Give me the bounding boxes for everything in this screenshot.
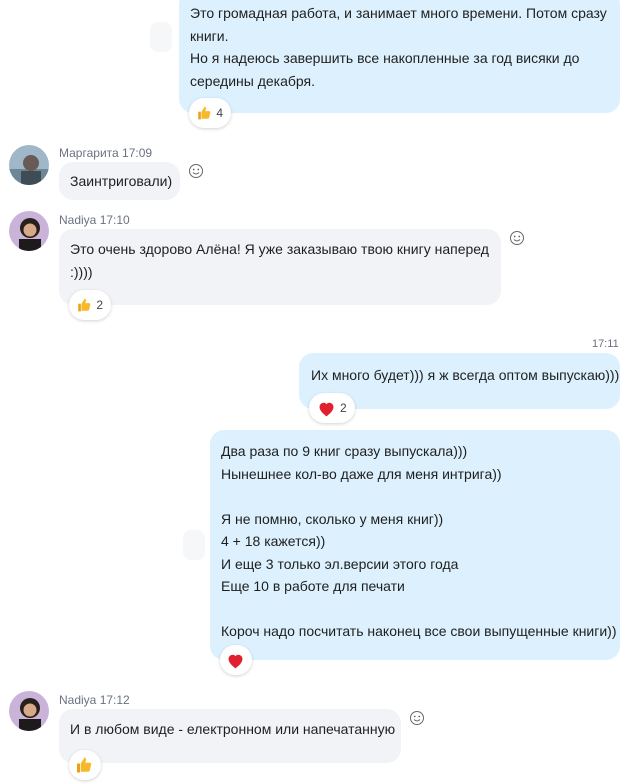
sender-line: Nadiya 17:12 [59, 693, 130, 707]
sender-name: Маргарита [59, 146, 119, 160]
heart-icon [319, 402, 334, 416]
add-reaction-icon[interactable] [509, 230, 525, 246]
message-text: Заинтриговали) [70, 173, 173, 189]
message-time: 17:09 [122, 146, 153, 160]
thumbs-up-icon [198, 106, 211, 120]
message-time: 17:10 [99, 213, 130, 227]
avatar[interactable] [9, 691, 49, 731]
reaction-badge[interactable] [69, 750, 101, 780]
message-text: Это громадная работа, и занимает много в… [190, 5, 607, 89]
avatar[interactable] [9, 145, 49, 185]
message-bubble-outgoing[interactable]: Два раза по 9 книг сразу выпускала))) Ны… [210, 430, 620, 660]
add-reaction-icon[interactable] [188, 163, 204, 179]
message-bubble-incoming[interactable]: Это очень здорово Алёна! Я уже заказываю… [59, 229, 501, 305]
thumbs-up-icon [77, 757, 92, 773]
message-time: 17:12 [99, 693, 130, 707]
message-text: И в любом виде - електронном или напечат… [70, 721, 396, 737]
sender-line: Маргарита 17:09 [59, 146, 152, 160]
heart-icon [228, 654, 243, 668]
reaction-count: 2 [96, 298, 103, 312]
reaction-badge[interactable] [220, 645, 252, 675]
message-bubble-outgoing[interactable]: Это громадная работа, и занимает много в… [179, 0, 620, 113]
message-text: Это очень здорово Алёна! Я уже заказываю… [70, 241, 489, 280]
reaction-badge[interactable]: 4 [189, 98, 231, 128]
sender-line: Nadiya 17:10 [59, 213, 130, 227]
message-text: Два раза по 9 книг сразу выпускала))) Ны… [221, 443, 617, 639]
message-bubble-incoming[interactable]: И в любом виде - електронном или напечат… [59, 709, 401, 763]
reaction-badge[interactable]: 2 [309, 393, 355, 423]
message-time: 17:11 [592, 338, 619, 350]
hover-placeholder [150, 22, 172, 52]
message-bubble-incoming[interactable]: Заинтриговали) [59, 162, 180, 200]
thumbs-up-icon [78, 298, 91, 312]
reaction-badge[interactable]: 2 [69, 290, 111, 320]
avatar[interactable] [9, 211, 49, 251]
hover-placeholder [183, 530, 205, 560]
add-reaction-icon[interactable] [409, 710, 425, 726]
sender-name: Nadiya [59, 213, 97, 227]
reaction-count: 2 [340, 401, 347, 415]
sender-name: Nadiya [59, 693, 97, 707]
message-text: Их много будет))) я ж всегда оптом выпус… [311, 367, 620, 383]
reaction-count: 4 [216, 106, 223, 120]
